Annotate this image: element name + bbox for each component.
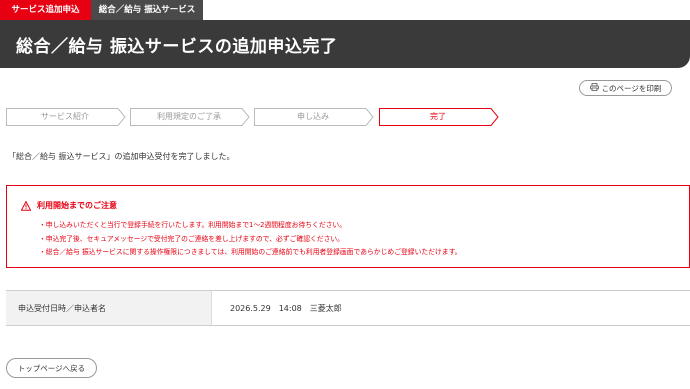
notice-item: 申込完了後、セキュアメッセージで受付完了のご連絡を差し上げますので、必ずご確認く… (46, 233, 461, 247)
warning-icon (21, 200, 31, 211)
tab-transfer-service[interactable]: 総合／給与 振込サービス (91, 0, 203, 20)
info-label: 申込受付日時／申込者名 (6, 291, 212, 325)
back-to-top-button[interactable]: トップページへ戻る (6, 358, 97, 378)
notice-box: 利用開始までのご注意 申し込みいただくと当行で登録手続を行いたします。利用開始ま… (6, 185, 690, 268)
completion-message: 「総合／給与 振込サービス」の追加申込受付を完了しました。 (8, 152, 235, 161)
step-label: 完了 (430, 112, 446, 121)
notice-list: 申し込みいただくと当行で登録手続を行いたします。利用開始まで1〜2週間程度お待ち… (46, 219, 462, 260)
application-time: 14:08 (278, 303, 302, 313)
info-value: 2026.5.29 14:08 三菱太郎 (212, 291, 690, 325)
notice-item: 申し込みいただくと当行で登録手続を行いたします。利用開始まで1〜2週間程度お待ち… (46, 219, 461, 233)
page-header: 総合／給与 振込サービスの追加申込完了 (0, 20, 690, 68)
print-button-label: このページを印刷 (601, 83, 662, 93)
notice-header: 利用開始までのご注意 (21, 200, 117, 211)
tab-service-add[interactable]: サービス追加申込 (0, 0, 91, 20)
application-date: 2026.5.29 (230, 303, 271, 313)
application-info-table: 申込受付日時／申込者名 2026.5.29 14:08 三菱太郎 (6, 290, 690, 326)
notice-title: 利用開始までのご注意 (37, 201, 117, 210)
tab-bar: サービス追加申込 総合／給与 振込サービス (0, 0, 690, 20)
progress-steps: サービス紹介 利用規定のご了承 申し込み 完了 (6, 108, 506, 126)
page-title: 総合／給与 振込サービスの追加申込完了 (16, 37, 338, 57)
printer-icon (589, 83, 599, 93)
print-page-button[interactable]: このページを印刷 (579, 80, 672, 96)
step-label: 申し込み (297, 112, 329, 121)
step-label: 利用規定のご了承 (157, 112, 221, 121)
notice-item: 総合／給与 振込サービスに関する操作権限につきましては、利用開始のご連絡前でも利… (46, 246, 462, 260)
applicant-name: 三菱太郎 (309, 303, 342, 313)
step-label: サービス紹介 (41, 112, 89, 121)
